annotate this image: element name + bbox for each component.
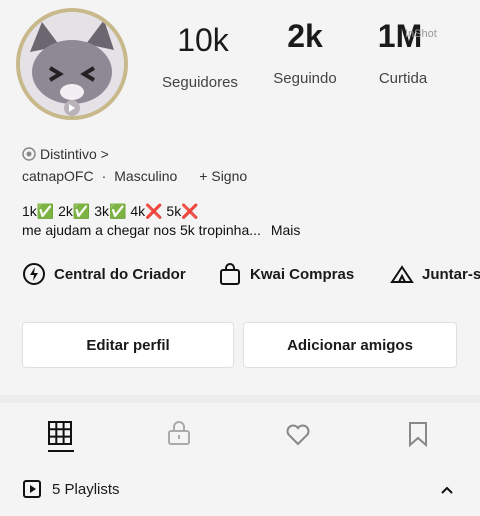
following-count: 2k <box>287 18 323 54</box>
badge-link[interactable]: Distintivo > <box>22 146 109 162</box>
tab-private[interactable] <box>166 420 192 451</box>
avatar[interactable] <box>16 8 128 120</box>
tab-grid[interactable] <box>47 420 73 451</box>
kwai-shop-label: Kwai Compras <box>250 265 355 283</box>
tab-active-indicator <box>48 450 74 452</box>
followers-label[interactable]: Seguidores <box>145 74 255 91</box>
tab-liked[interactable] <box>285 421 311 452</box>
badge-label: Distintivo > <box>40 146 109 162</box>
likes-label[interactable]: Curtida <box>348 70 458 87</box>
playlists-label: 5 Playlists <box>52 480 120 498</box>
bio-text-line: me ajudam a chegar nos 5k tropinha... Ma… <box>22 222 300 238</box>
playlists-row[interactable]: 5 Playlists <box>22 479 120 499</box>
tent-icon <box>390 265 414 283</box>
cat-avatar-icon <box>20 12 124 116</box>
bio-more-link[interactable]: Mais <box>271 222 301 238</box>
watermark: InShot <box>405 28 437 40</box>
tab-saved[interactable] <box>405 421 431 452</box>
bolt-icon <box>23 263 45 285</box>
likes-count: 1M <box>377 18 423 54</box>
following-label[interactable]: Seguindo <box>250 70 360 87</box>
bookmark-icon <box>409 422 427 448</box>
collapse-playlists-button[interactable] <box>438 482 456 505</box>
section-divider <box>0 395 480 403</box>
bio-text: me ajudam a chegar nos 5k tropinha... <box>22 222 261 238</box>
profile-info: catnapOFC · Masculino + Signo <box>22 168 247 184</box>
edit-profile-button[interactable]: Editar perfil <box>22 322 234 368</box>
badge-icon <box>22 147 36 161</box>
creator-center-label: Central do Criador <box>54 265 186 283</box>
followers-count: 10k <box>177 22 229 58</box>
creator-center-link[interactable]: Central do Criador <box>22 262 186 286</box>
shopping-bag-icon <box>220 263 240 285</box>
username: catnapOFC <box>22 168 94 184</box>
playlist-icon <box>23 480 41 498</box>
heart-icon <box>286 424 310 446</box>
add-friends-button[interactable]: Adicionar amigos <box>243 322 457 368</box>
kwai-shop-link[interactable]: Kwai Compras <box>218 262 354 286</box>
grid-icon <box>48 421 72 445</box>
join-link[interactable]: Juntar-s <box>390 262 480 286</box>
sign-link[interactable]: + Signo <box>199 168 247 184</box>
lock-icon <box>168 421 190 445</box>
join-label: Juntar-s <box>422 265 480 283</box>
gender: Masculino <box>114 168 178 184</box>
separator: · <box>101 168 107 184</box>
chevron-up-icon <box>441 486 453 494</box>
bio-goals: 1k✅ 2k✅ 3k✅ 4k❌ 5k❌ <box>22 203 199 219</box>
